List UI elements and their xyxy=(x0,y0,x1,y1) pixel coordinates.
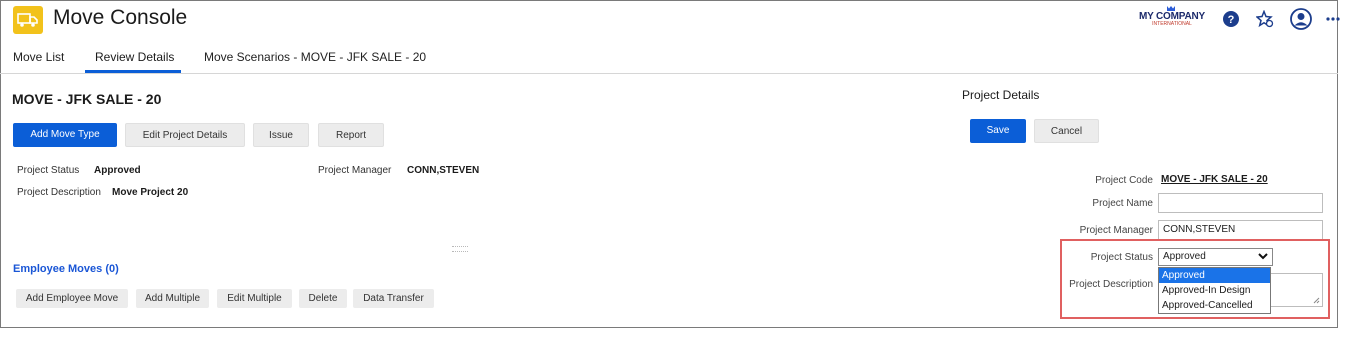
splitter-handle[interactable] xyxy=(452,246,468,252)
status-dropdown-list: Approved Approved-In Design Approved-Can… xyxy=(1158,267,1271,314)
user-avatar-icon[interactable] xyxy=(1290,8,1312,30)
crown-icon xyxy=(1167,6,1175,11)
add-multiple-button[interactable]: Add Multiple xyxy=(136,289,209,308)
app-title: Move Console xyxy=(53,6,188,29)
project-description-field-label: Project Description xyxy=(1069,279,1153,290)
edit-project-details-button[interactable]: Edit Project Details xyxy=(125,123,245,147)
project-manager-input[interactable]: CONN,STEVEN xyxy=(1158,220,1323,240)
project-details-title: Project Details xyxy=(962,88,1040,102)
top-bar: Move Console MY COMPANY INTERNATIONAL ? xyxy=(0,0,1350,40)
help-icon[interactable]: ? xyxy=(1222,10,1240,28)
more-icon[interactable] xyxy=(1326,17,1340,21)
company-logo: MY COMPANY INTERNATIONAL xyxy=(1136,6,1208,27)
project-manager-field-label: Project Manager xyxy=(1079,225,1153,236)
project-code-link[interactable]: MOVE - JFK SALE - 20 xyxy=(1161,174,1268,185)
add-employee-move-button[interactable]: Add Employee Move xyxy=(16,289,128,308)
tab-move-list[interactable]: Move List xyxy=(13,50,64,64)
project-description-label: Project Description xyxy=(17,187,101,198)
tab-move-scenarios[interactable]: Move Scenarios - MOVE - JFK SALE - 20 xyxy=(204,50,426,64)
truck-icon xyxy=(17,13,38,27)
cancel-button[interactable]: Cancel xyxy=(1034,119,1099,143)
save-button[interactable]: Save xyxy=(970,119,1026,143)
favorite-settings-icon[interactable] xyxy=(1256,10,1274,28)
project-status-label: Project Status xyxy=(17,165,80,176)
project-status-selected: Approved xyxy=(1163,251,1206,262)
page-title: MOVE - JFK SALE - 20 xyxy=(12,91,162,107)
project-manager-value: CONN,STEVEN xyxy=(407,165,480,176)
project-status-value: Approved xyxy=(94,165,141,176)
status-option-approved-in-design[interactable]: Approved-In Design xyxy=(1159,283,1270,298)
status-option-approved-cancelled[interactable]: Approved-Cancelled xyxy=(1159,298,1270,313)
chevron-down-icon xyxy=(1258,253,1268,260)
app-logo xyxy=(13,6,43,34)
active-tab-indicator xyxy=(85,70,181,73)
add-move-type-button[interactable]: Add Move Type xyxy=(13,123,117,147)
project-manager-label: Project Manager xyxy=(318,165,392,176)
project-name-label: Project Name xyxy=(1092,198,1153,209)
edit-multiple-button[interactable]: Edit Multiple xyxy=(217,289,292,308)
resize-handle-icon[interactable] xyxy=(1313,297,1320,304)
project-code-label: Project Code xyxy=(1095,175,1153,186)
status-option-approved[interactable]: Approved xyxy=(1159,268,1270,283)
svg-text:?: ? xyxy=(1228,14,1235,26)
project-status-select[interactable]: Approved xyxy=(1158,248,1273,266)
employee-moves-title[interactable]: Employee Moves (0) xyxy=(13,263,119,275)
delete-button[interactable]: Delete xyxy=(299,289,347,308)
tab-bar: Move List Review Details Move Scenarios … xyxy=(0,40,1338,74)
issue-button[interactable]: Issue xyxy=(253,123,309,147)
report-button[interactable]: Report xyxy=(318,123,384,147)
project-status-field-label: Project Status xyxy=(1090,252,1153,263)
project-description-value: Move Project 20 xyxy=(112,187,189,198)
tab-review-details[interactable]: Review Details xyxy=(95,50,174,64)
project-name-input[interactable] xyxy=(1158,193,1323,213)
data-transfer-button[interactable]: Data Transfer xyxy=(353,289,434,308)
